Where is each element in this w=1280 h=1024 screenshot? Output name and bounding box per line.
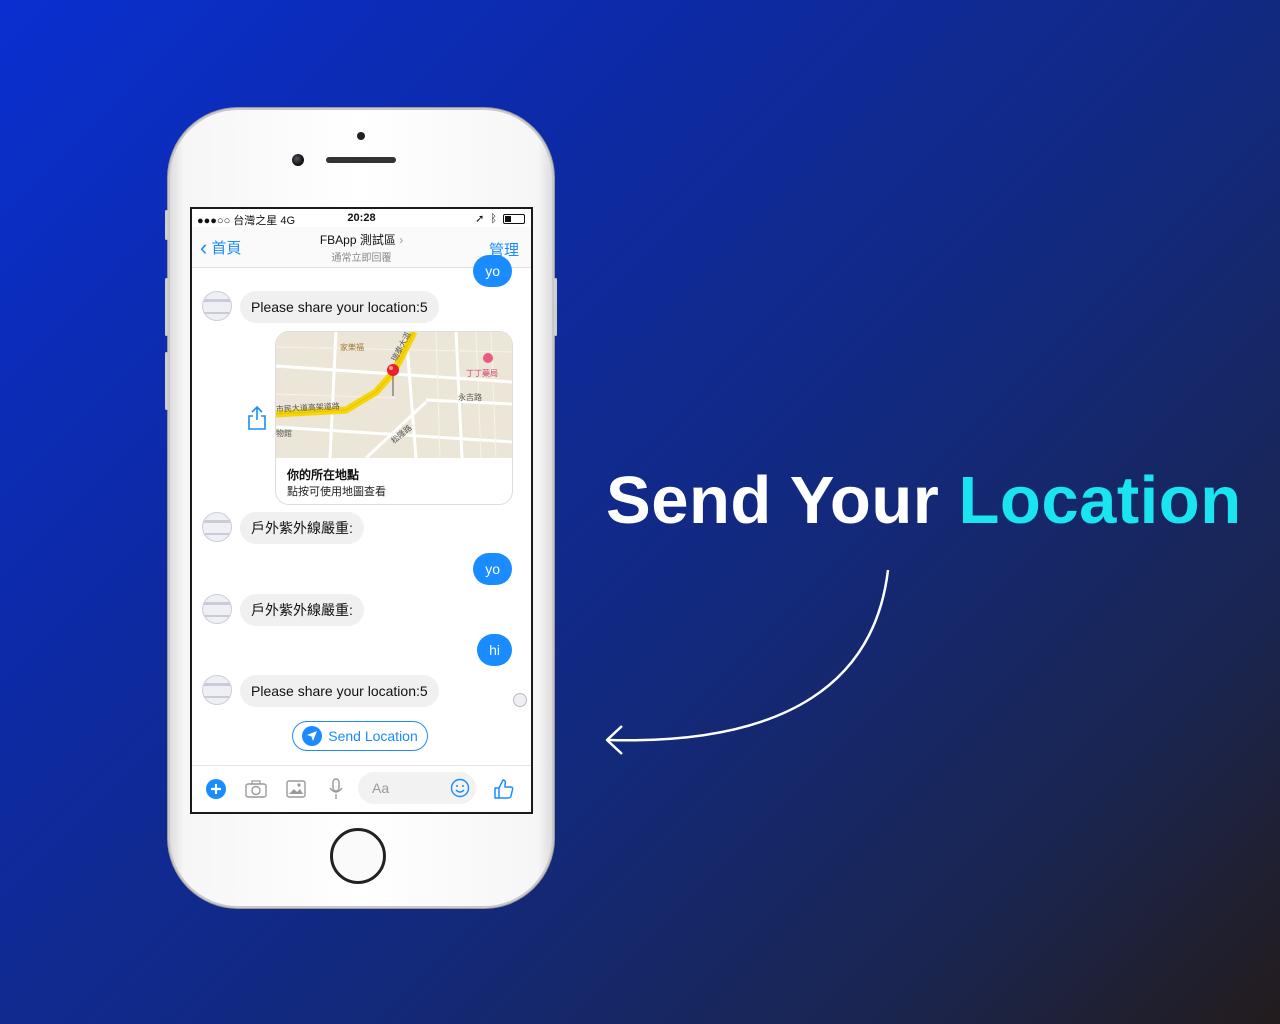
microphone-icon[interactable] [324, 777, 348, 801]
image-icon[interactable] [284, 777, 308, 801]
thumbs-up-icon[interactable] [492, 777, 516, 801]
headline: Send Your Location [606, 462, 1242, 539]
avatar [202, 291, 232, 321]
map-card-subtitle: 點按可使用地圖查看 [287, 486, 386, 498]
emoji-icon[interactable] [450, 778, 470, 803]
send-location-button[interactable]: Send Location [292, 721, 428, 751]
battery-icon [503, 213, 525, 224]
headline-text: Send Your [606, 463, 940, 538]
map-label: 永吉路 [458, 392, 482, 402]
side-button-volume-down [165, 352, 168, 410]
chevron-right-icon: › [399, 233, 404, 247]
location-map-card[interactable]: 家樂福 丁丁藥局 永吉路 市民大道高架道路 物館 松隆路 瑞泰大道 你的所在地點… [275, 331, 513, 505]
plus-icon[interactable] [204, 777, 228, 801]
status-icons: ➚ ᛒ [475, 212, 525, 225]
side-button-volume-up [165, 278, 168, 336]
bluetooth-icon: ᛒ [490, 212, 497, 225]
phone-mockup: ●●●○○ 台灣之星 4G 20:28 ➚ ᛒ ‹ 首頁 FBApp 測試區 ›… [165, 108, 557, 908]
camera-icon[interactable] [244, 777, 268, 801]
message-bubble-incoming[interactable]: Please share your location:5 [240, 675, 439, 707]
message-bubble-incoming[interactable]: Please share your location:5 [240, 291, 439, 323]
seen-indicator-avatar [513, 693, 527, 707]
side-button-silent [165, 210, 168, 240]
earpiece-speaker [326, 157, 396, 163]
status-bar: ●●●○○ 台灣之星 4G 20:28 ➚ ᛒ [192, 209, 531, 227]
headline-accent-text: Location [958, 463, 1242, 538]
curved-arrow-icon [605, 569, 890, 755]
avatar [202, 675, 232, 705]
map-label: 丁丁藥局 [466, 368, 498, 378]
avatar [202, 512, 232, 542]
message-bubble-outgoing[interactable]: hi [477, 634, 512, 666]
home-button[interactable] [330, 828, 386, 884]
message-input[interactable]: Aa [358, 772, 476, 804]
message-bubble-incoming[interactable]: 戶外紫外線嚴重: [240, 512, 364, 544]
map-graphic: 家樂福 丁丁藥局 永吉路 市民大道高架道路 物館 松隆路 瑞泰大道 [276, 332, 512, 460]
avatar [202, 594, 232, 624]
location-arrow-icon [302, 726, 323, 746]
message-bubble-outgoing[interactable]: yo [473, 553, 512, 585]
proximity-sensor [357, 132, 365, 140]
message-bubble-incoming[interactable]: 戶外紫外線嚴重: [240, 594, 364, 626]
page-title: FBApp 測試區 [319, 233, 396, 247]
map-thumbnail[interactable]: 家樂福 丁丁藥局 永吉路 市民大道高架道路 物館 松隆路 瑞泰大道 [276, 332, 512, 460]
message-composer: Aa [192, 765, 531, 812]
message-bubble-outgoing[interactable]: yo [473, 255, 512, 287]
map-card-title: 你的所在地點 [287, 468, 360, 482]
share-icon[interactable] [246, 405, 268, 431]
message-input-placeholder: Aa [372, 780, 390, 796]
messenger-screen: ●●●○○ 台灣之星 4G 20:28 ➚ ᛒ ‹ 首頁 FBApp 測試區 ›… [190, 207, 533, 814]
front-camera [292, 154, 304, 166]
send-location-label: Send Location [328, 728, 418, 744]
map-label: 家樂福 [340, 342, 364, 352]
conversation-title[interactable]: FBApp 測試區 › [192, 231, 531, 248]
location-services-icon: ➚ [475, 213, 485, 225]
side-button-power [554, 278, 557, 336]
map-label: 物館 [276, 428, 292, 438]
